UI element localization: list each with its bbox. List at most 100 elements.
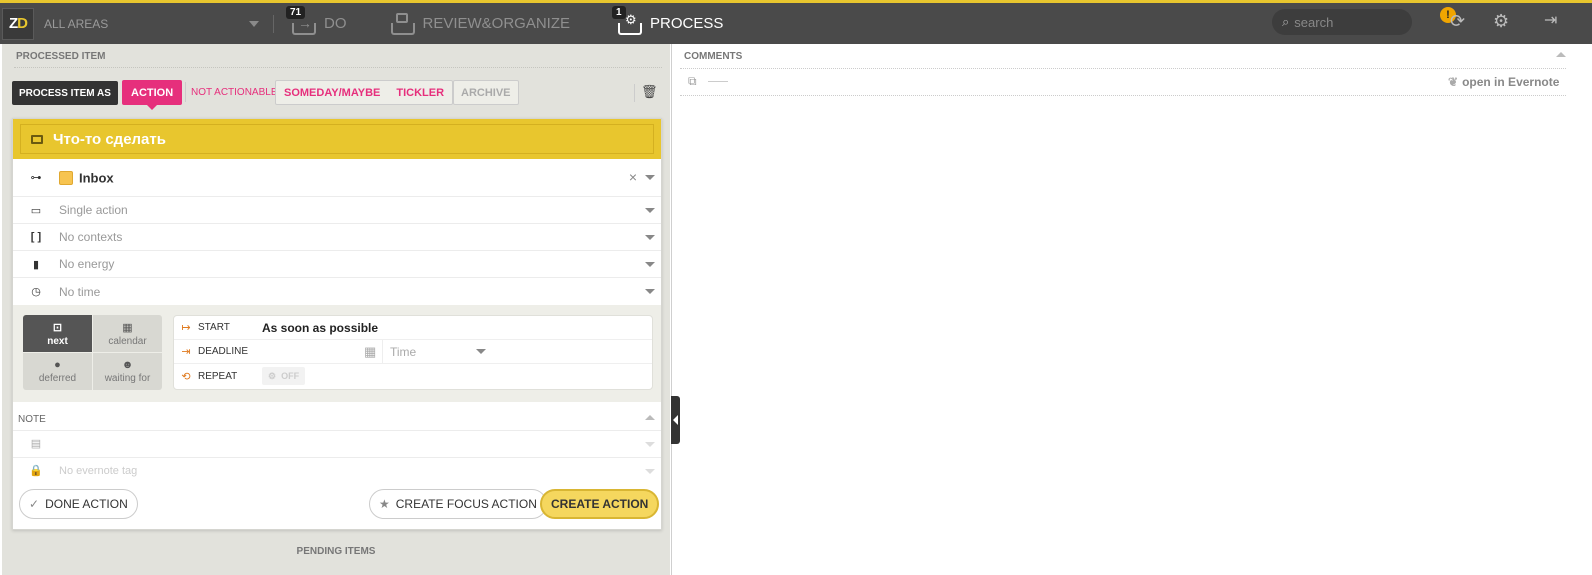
start-row[interactable]: ↦ START As soon as possible xyxy=(174,316,652,340)
evernote-notebook-field[interactable]: ▤ xyxy=(13,430,661,456)
chevron-down-icon[interactable] xyxy=(645,235,655,240)
title-bar: Что-то сделать xyxy=(13,119,661,159)
zendone-logo[interactable]: ZD xyxy=(2,7,34,40)
copy-icon[interactable]: ⧉ xyxy=(688,74,697,89)
mode-waiting-label: waiting for xyxy=(104,373,151,384)
done-action-button[interactable]: ✓ DONE ACTION xyxy=(19,489,138,519)
type-field[interactable]: ▭ Single action xyxy=(13,197,661,224)
project-value: Inbox xyxy=(79,170,114,186)
note-title: NOTE xyxy=(18,414,46,425)
evernote-icon: ❦ xyxy=(1448,75,1459,89)
section-divider xyxy=(14,67,662,68)
create-focus-label: CREATE FOCUS ACTION xyxy=(395,497,537,511)
deadline-time-select[interactable]: Time xyxy=(382,340,492,363)
tab-process[interactable]: 1 ⚙ PROCESS xyxy=(612,5,724,35)
tab-review-organize[interactable]: REVIEW&ORGANIZE xyxy=(387,12,571,35)
repeat-toggle[interactable]: ⚙ OFF xyxy=(262,367,306,385)
close-icon[interactable]: × xyxy=(629,169,637,185)
open-in-evernote-link[interactable]: ❦ open in Evernote xyxy=(1448,75,1559,89)
create-focus-action-button[interactable]: ★ CREATE FOCUS ACTION xyxy=(369,489,547,519)
mode-next-label: next xyxy=(47,335,68,347)
calendar-icon: ▦ xyxy=(122,321,133,334)
someday-maybe-button[interactable]: SOMEDAY/MAYBE xyxy=(276,87,388,99)
notebook-icon: ▤ xyxy=(30,438,42,450)
action-type-icon xyxy=(31,134,43,144)
action-button[interactable]: ACTION xyxy=(122,80,183,110)
areas-label: ALL AREAS xyxy=(44,16,109,31)
search-placeholder: search xyxy=(1294,14,1334,30)
collapse-panel-handle[interactable] xyxy=(671,396,680,444)
chevron-up-icon[interactable] xyxy=(645,415,655,420)
processed-item-title: PROCESSED ITEM xyxy=(16,51,106,62)
tab-do[interactable]: 71 → DO xyxy=(286,5,347,35)
gear-icon[interactable]: ⚙ xyxy=(1493,12,1509,30)
inbox-color-swatch xyxy=(59,170,73,185)
chevron-down-icon[interactable] xyxy=(645,262,655,267)
search-input[interactable]: ⌕ search xyxy=(1272,9,1412,35)
type-value: Single action xyxy=(59,203,128,217)
deadline-label: DEADLINE xyxy=(198,346,249,357)
gear-icon: ⚙ xyxy=(268,370,277,381)
chevron-down-icon[interactable] xyxy=(645,175,655,180)
start-value: As soon as possible xyxy=(262,320,379,335)
chevron-up-icon[interactable] xyxy=(1556,52,1566,57)
inbox-arrow-icon: 71 → xyxy=(286,5,318,35)
energy-field[interactable]: ▮ No energy xyxy=(13,251,661,278)
hierarchy-icon: ⊶ xyxy=(30,172,42,184)
comments-divider xyxy=(680,95,1566,96)
chevron-down-icon[interactable] xyxy=(645,208,655,213)
evernote-tag-placeholder: No evernote tag xyxy=(59,464,138,477)
mode-calendar[interactable]: ▦ calendar xyxy=(93,315,162,352)
evernote-tag-field[interactable]: 🔒 No evernote tag xyxy=(13,457,661,483)
check-icon: ✓ xyxy=(29,497,40,511)
tab-review-organize-label: REVIEW&ORGANIZE xyxy=(422,15,571,32)
trash-icon[interactable]: 🗑 xyxy=(634,84,658,102)
logo-z: Z xyxy=(8,15,18,32)
repeat-label: REPEAT xyxy=(198,370,238,382)
tab-process-label: PROCESS xyxy=(650,15,724,32)
calendar-icon[interactable]: ▦ xyxy=(364,344,376,360)
stopwatch-icon: ◷ xyxy=(31,286,41,298)
context-icon: [ ] xyxy=(30,231,42,243)
mode-waiting-for[interactable]: ☻ waiting for xyxy=(93,353,162,390)
project-field[interactable]: ⊶ Inbox × xyxy=(13,159,661,197)
tickler-button[interactable]: TICKLER xyxy=(388,87,452,99)
start-arrow-icon: ↦ xyxy=(181,322,191,334)
not-actionable-button[interactable]: NOT ACTIONABLE xyxy=(185,82,278,102)
logo-d: D xyxy=(17,15,28,32)
time-value: No time xyxy=(59,284,101,299)
contexts-field[interactable]: [ ] No contexts xyxy=(13,224,661,251)
mode-next[interactable]: ⊡ next xyxy=(23,315,92,352)
create-action-button[interactable]: CREATE ACTION xyxy=(540,489,660,519)
deadline-row: ⇥ DEADLINE ▦ Time xyxy=(174,340,652,364)
schedule-section: ⊡ next ▦ calendar ● deferred ☻ waiting f… xyxy=(13,305,661,402)
item-title: Что-то сделать xyxy=(53,130,166,148)
archive-button[interactable]: ARCHIVE xyxy=(453,80,519,105)
chevron-down-icon xyxy=(249,20,259,27)
sync-icon[interactable]: ⟳ xyxy=(1450,12,1465,30)
gear-tray-icon: 1 ⚙ xyxy=(612,5,644,35)
repeat-icon: ⟲ xyxy=(181,370,191,383)
schedule-mode-grid: ⊡ next ▦ calendar ● deferred ☻ waiting f… xyxy=(23,315,162,390)
time-field[interactable]: ◷ No time xyxy=(13,278,661,305)
done-action-label: DONE ACTION xyxy=(45,497,128,511)
chevron-down-icon[interactable] xyxy=(645,289,655,294)
areas-selector[interactable]: ALL AREAS xyxy=(44,17,259,31)
lock-icon: 🔒 xyxy=(29,465,43,477)
star-icon: ★ xyxy=(379,497,390,511)
mode-deferred[interactable]: ● deferred xyxy=(23,353,92,390)
title-input[interactable]: Что-то сделать xyxy=(20,124,654,154)
processed-item-panel: PROCESSED ITEM PROCESS ITEM AS ACTION NO… xyxy=(2,44,670,575)
pending-items-title: PENDING ITEMS xyxy=(296,546,376,557)
battery-icon: ▮ xyxy=(32,258,40,271)
start-label: START xyxy=(198,322,230,333)
chevron-down-icon xyxy=(476,349,486,354)
chevron-down-icon xyxy=(645,469,655,474)
search-icon: ⌕ xyxy=(1282,14,1290,29)
repeat-value: OFF xyxy=(281,371,300,381)
dates-box: ↦ START As soon as possible ⇥ DEADLINE ▦… xyxy=(173,315,653,390)
logout-icon[interactable]: ⇥ xyxy=(1544,12,1557,30)
chevron-down-icon xyxy=(645,442,655,447)
comments-divider xyxy=(680,68,1566,69)
process-item-as-label: PROCESS ITEM AS xyxy=(12,81,118,105)
